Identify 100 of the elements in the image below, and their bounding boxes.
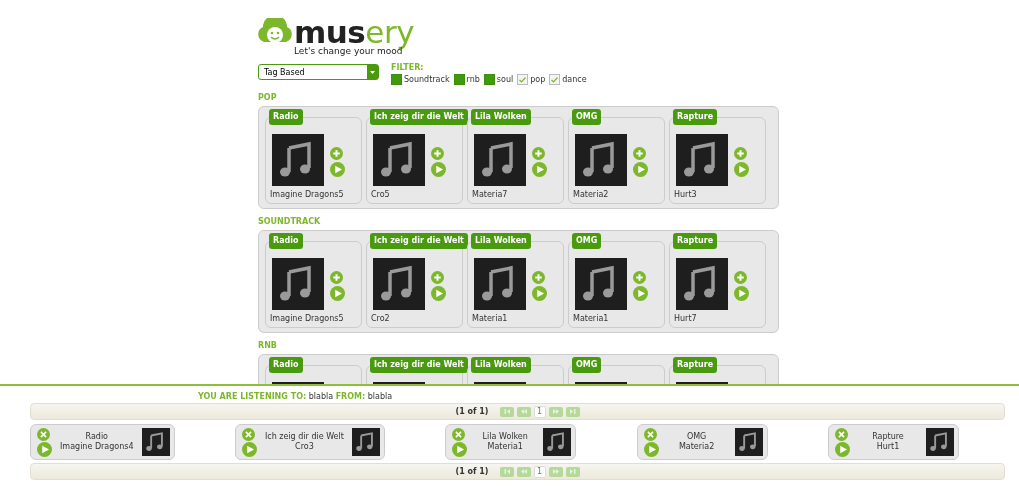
tag-label: soul xyxy=(496,75,514,84)
artist-name: Cro2 xyxy=(370,313,391,323)
next-page-icon xyxy=(552,409,559,414)
first-page-icon xyxy=(503,409,510,414)
tag-label: rnb xyxy=(466,75,480,84)
track-title-tab[interactable]: Rapture xyxy=(673,357,718,373)
tag-checkbox[interactable] xyxy=(453,74,465,85)
tag-label: dance xyxy=(562,75,587,84)
now-playing-text: YOU ARE LISTENING TO: blabla FROM: blabla xyxy=(198,392,394,401)
track-title-tab[interactable]: Lila Wolken xyxy=(471,109,531,125)
music-note-icon xyxy=(676,134,728,186)
play-icon[interactable] xyxy=(241,441,257,457)
track-title-tab[interactable]: Radio xyxy=(269,357,303,373)
music-note-icon xyxy=(373,134,425,186)
previous-page-icon xyxy=(520,409,527,414)
music-note-icon xyxy=(141,428,170,456)
last-page-icon xyxy=(569,469,576,474)
play-icon[interactable] xyxy=(834,441,850,457)
add-icon[interactable] xyxy=(734,147,747,160)
tag-checkbox[interactable] xyxy=(549,74,561,85)
play-icon[interactable] xyxy=(330,162,345,177)
artist-name: Materia7 xyxy=(471,189,509,199)
add-icon[interactable] xyxy=(532,271,545,284)
add-icon[interactable] xyxy=(330,147,343,160)
play-icon[interactable] xyxy=(532,286,547,301)
music-note-icon xyxy=(474,258,526,310)
play-icon[interactable] xyxy=(734,162,749,177)
remove-icon[interactable] xyxy=(834,427,848,441)
playlist-track-text: Radio Imagine Dragons4 xyxy=(60,432,134,452)
track-title-tab[interactable]: Ich zeig dir die Welt xyxy=(370,357,468,373)
next-page-button[interactable] xyxy=(548,466,563,477)
music-note-icon xyxy=(925,428,954,456)
first-page-button[interactable] xyxy=(499,406,514,417)
track-title-tab[interactable]: Lila Wolken xyxy=(471,233,531,249)
track-title-tab[interactable]: OMG xyxy=(572,233,602,249)
track-title-tab[interactable]: Rapture xyxy=(673,233,718,249)
music-note-icon xyxy=(272,134,324,186)
previous-page-button[interactable] xyxy=(516,466,531,477)
last-page-button[interactable] xyxy=(565,466,580,477)
track-title-tab[interactable]: OMG xyxy=(572,109,602,125)
section-title: SOUNDTRACK xyxy=(258,217,322,226)
play-icon[interactable] xyxy=(330,286,345,301)
music-note-icon xyxy=(272,258,324,310)
previous-page-button[interactable] xyxy=(516,406,531,417)
remove-icon[interactable] xyxy=(241,427,255,441)
checkmark-icon xyxy=(519,76,527,83)
section-title: POP xyxy=(258,93,278,102)
artist-name: Materia1 xyxy=(572,313,610,323)
music-note-icon xyxy=(373,258,425,310)
track-title-tab[interactable]: Rapture xyxy=(673,109,718,125)
play-icon[interactable] xyxy=(734,286,749,301)
play-icon[interactable] xyxy=(633,286,648,301)
play-icon[interactable] xyxy=(452,441,468,457)
music-note-icon xyxy=(676,258,728,310)
track-title-tab[interactable]: Ich zeig dir die Welt xyxy=(370,233,468,249)
page-button[interactable]: 1 xyxy=(533,465,546,478)
artist-name: Hurt7 xyxy=(673,313,698,323)
play-icon[interactable] xyxy=(37,441,52,457)
play-icon[interactable] xyxy=(431,286,446,301)
music-note-icon xyxy=(474,134,526,186)
track-title-tab[interactable]: Radio xyxy=(269,109,303,125)
add-icon[interactable] xyxy=(431,271,444,284)
artist-name: Imagine Dragons5 xyxy=(269,313,345,323)
add-icon[interactable] xyxy=(431,147,444,160)
mode-select[interactable]: Tag Based xyxy=(258,64,379,80)
playlist-track-text: Rapture Hurt1 xyxy=(871,432,905,452)
page-button[interactable]: 1 xyxy=(533,405,546,418)
remove-icon[interactable] xyxy=(37,427,50,441)
add-icon[interactable] xyxy=(633,147,646,160)
artist-name: Hurt3 xyxy=(673,189,698,199)
page-report: (1 of 1) xyxy=(455,407,489,416)
last-page-button[interactable] xyxy=(565,406,580,417)
next-page-icon xyxy=(552,469,559,474)
music-note-icon xyxy=(351,428,380,456)
tag-checkbox[interactable] xyxy=(391,74,402,85)
tag-label: Soundtrack xyxy=(404,75,450,84)
play-icon[interactable] xyxy=(633,162,648,177)
play-icon[interactable] xyxy=(532,162,547,177)
filter-label: FILTER: xyxy=(391,63,425,72)
remove-icon[interactable] xyxy=(643,427,657,441)
dropdown-caret-icon xyxy=(370,70,375,74)
track-title-tab[interactable]: OMG xyxy=(572,357,602,373)
tag-checkbox[interactable] xyxy=(483,74,495,85)
add-icon[interactable] xyxy=(734,271,747,284)
next-page-button[interactable] xyxy=(548,406,563,417)
track-title-tab[interactable]: Radio xyxy=(269,233,303,249)
first-page-button[interactable] xyxy=(499,466,514,477)
track-title-tab[interactable]: Ich zeig dir die Welt xyxy=(370,109,468,125)
add-icon[interactable] xyxy=(330,271,343,284)
artist-name: Materia2 xyxy=(572,189,610,199)
first-page-icon xyxy=(503,469,510,474)
playlist-track-text: OMG Materia2 xyxy=(677,432,716,452)
play-icon[interactable] xyxy=(431,162,446,177)
track-title-tab[interactable]: Lila Wolken xyxy=(471,357,531,373)
add-icon[interactable] xyxy=(532,147,545,160)
previous-page-icon xyxy=(520,469,527,474)
add-icon[interactable] xyxy=(633,271,646,284)
remove-icon[interactable] xyxy=(452,427,466,441)
play-icon[interactable] xyxy=(643,441,659,457)
tag-checkbox[interactable] xyxy=(517,74,529,85)
